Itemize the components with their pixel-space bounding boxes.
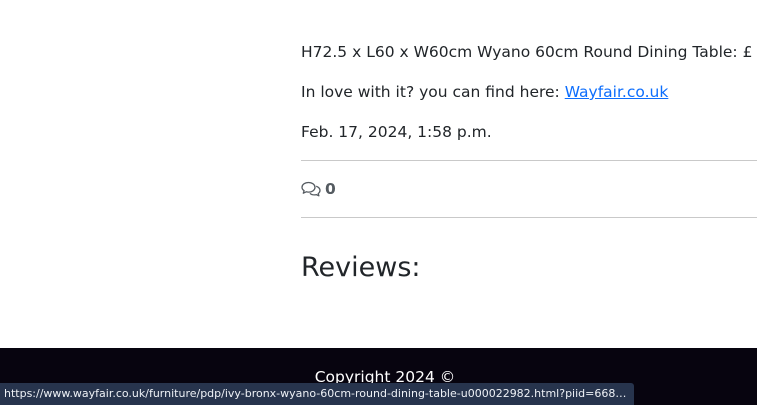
source-line: In love with it? you can find here: Wayf… — [301, 81, 668, 103]
comments-button[interactable]: 0 — [301, 177, 336, 201]
source-link[interactable]: Wayfair.co.uk — [565, 83, 669, 101]
reviews-heading: Reviews: — [301, 252, 421, 283]
browser-status-url: https://www.wayfair.co.uk/furniture/pdp/… — [0, 383, 634, 405]
divider — [301, 217, 757, 218]
divider — [301, 160, 757, 161]
posted-date: Feb. 17, 2024, 1:58 p.m. — [301, 123, 492, 141]
source-prefix: In love with it? you can find here: — [301, 83, 565, 101]
page: H72.5 x L60 x W60cm Wyano 60cm Round Din… — [0, 0, 757, 405]
comment-count: 0 — [325, 180, 336, 198]
product-description: H72.5 x L60 x W60cm Wyano 60cm Round Din… — [301, 43, 757, 61]
comments-icon — [301, 181, 321, 197]
